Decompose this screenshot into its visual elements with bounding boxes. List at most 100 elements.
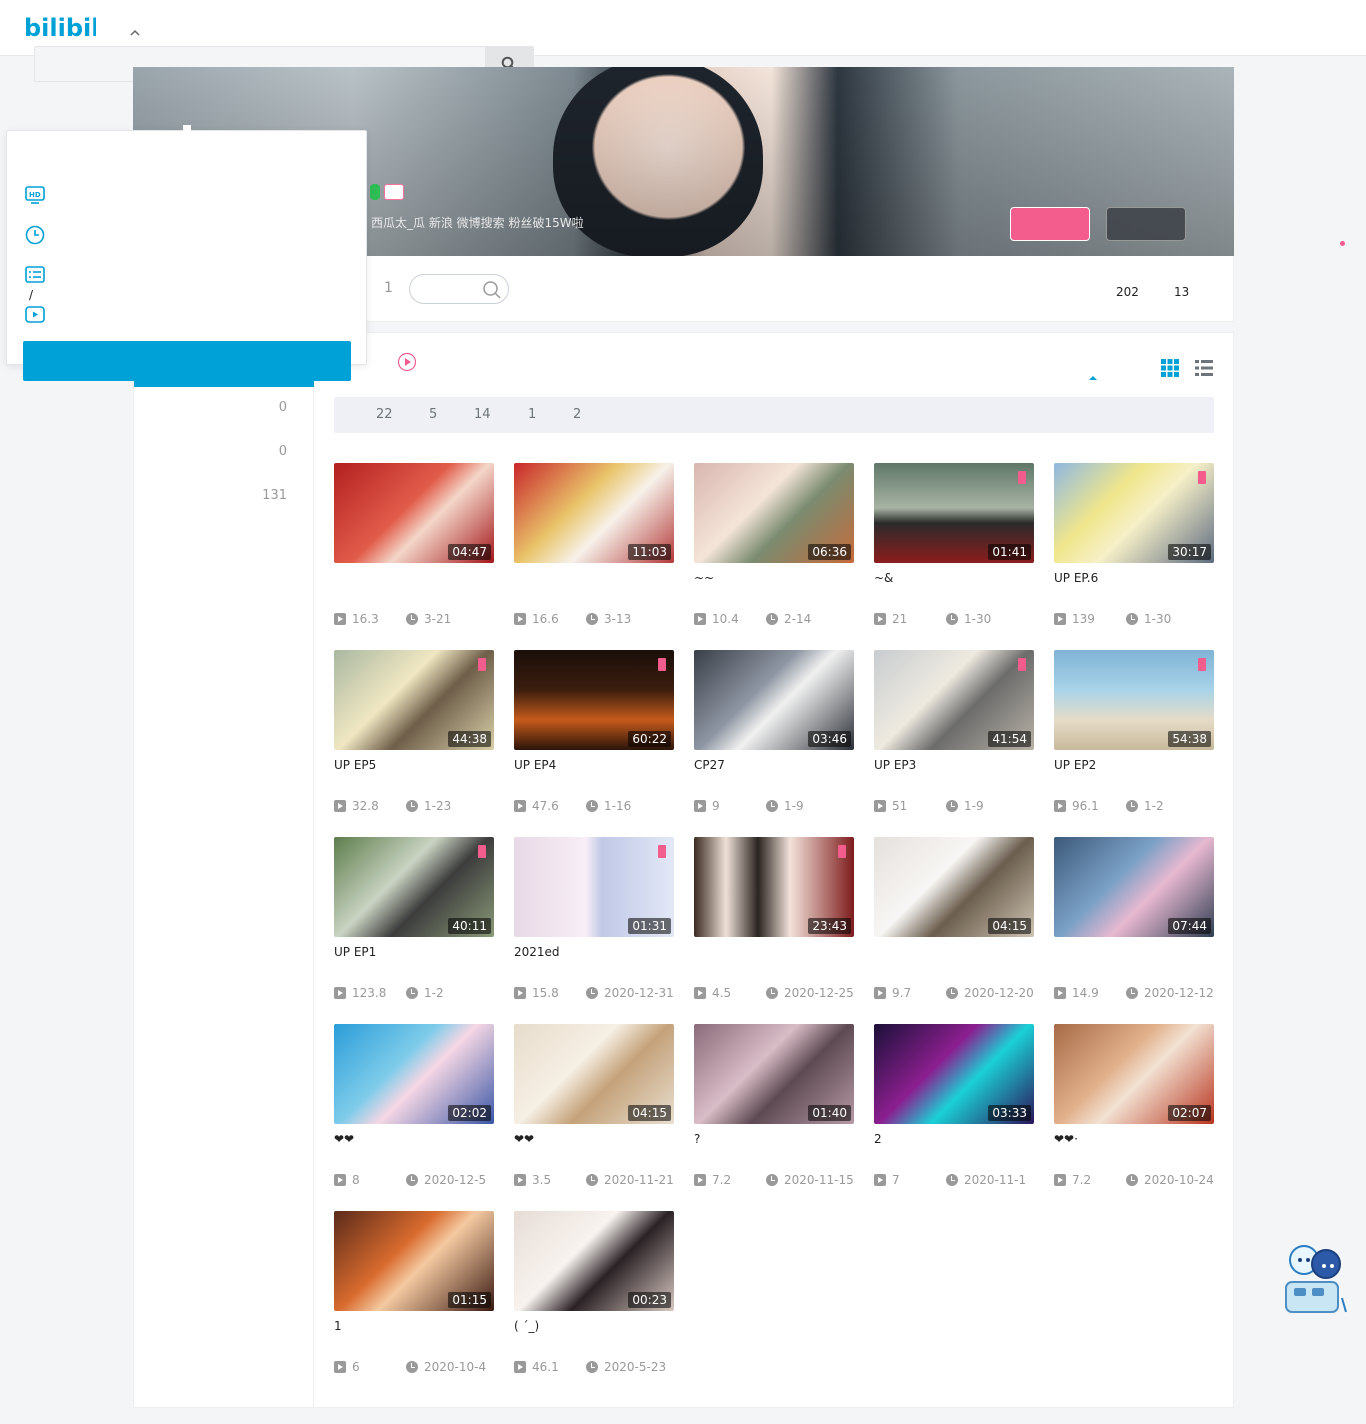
video-title[interactable]: ❤❤	[334, 1132, 494, 1146]
follow-button[interactable]	[1010, 207, 1090, 241]
video-title[interactable]: 2021ed	[514, 945, 674, 959]
video-thumbnail[interactable]: 01:40	[694, 1024, 854, 1124]
filter-count[interactable]: 14	[474, 407, 491, 422]
video-card[interactable]: 04:15 9.7 2020-12-20	[874, 837, 1034, 1007]
video-meta: 15.8 2020-12-31	[514, 986, 674, 1000]
video-title[interactable]: ?	[694, 1132, 854, 1146]
video-thumbnail[interactable]: 01:15	[334, 1211, 494, 1311]
fans-count[interactable]: 13	[1174, 285, 1189, 299]
popup-item-favorites[interactable]	[23, 263, 47, 287]
grid-view-icon[interactable]	[1161, 359, 1179, 380]
play-count-icon	[694, 800, 706, 812]
video-thumbnail[interactable]: 41:54	[874, 650, 1034, 750]
video-thumbnail[interactable]: 44:38	[334, 650, 494, 750]
video-card[interactable]: 03:33 2 7 2020-11-1	[874, 1024, 1034, 1194]
video-thumbnail[interactable]: 00:23	[514, 1211, 674, 1311]
video-card[interactable]: 07:44 14.9 2020-12-12	[1054, 837, 1214, 1007]
video-card[interactable]: 04:15 ❤❤ 3.5 2020-11-21	[514, 1024, 674, 1194]
video-thumbnail[interactable]: 04:47	[334, 463, 494, 563]
following-count[interactable]: 202	[1116, 285, 1139, 299]
video-card[interactable]: 60:22 UP EP4 47.6 1-16	[514, 650, 674, 820]
play-count-icon	[874, 1174, 886, 1186]
video-title[interactable]: ( ´_)	[514, 1319, 674, 1333]
video-title[interactable]: UP EP5	[334, 758, 494, 772]
video-card[interactable]: 30:17 UP EP.6 139 1-30	[1054, 463, 1214, 633]
video-thumbnail[interactable]: 01:41	[874, 463, 1034, 563]
video-thumbnail[interactable]: 23:43	[694, 837, 854, 937]
bookmark-icon	[838, 845, 846, 858]
filter-count[interactable]: 2	[573, 407, 581, 422]
popup-item-history[interactable]	[23, 223, 47, 247]
video-card[interactable]: 40:11 UP EP1 123.8 1-2	[334, 837, 494, 1007]
play-count-value: 3.5	[532, 1173, 552, 1187]
video-card[interactable]: 01:31 2021ed 15.8 2020-12-31	[514, 837, 674, 1007]
video-thumbnail[interactable]: 07:44	[1054, 837, 1214, 937]
video-meta: 32.8 1-23	[334, 799, 494, 813]
popup-item-hd[interactable]: HD	[23, 183, 47, 207]
mascot-sticker-icon[interactable]	[1282, 1238, 1348, 1318]
upload-date-value: 1-2	[1144, 799, 1164, 813]
video-card[interactable]: 04:47 16.3 3-21	[334, 463, 494, 633]
popup-item-videos[interactable]	[23, 303, 47, 327]
filter-count[interactable]: 5	[429, 407, 437, 422]
space-search-input[interactable]	[409, 274, 509, 304]
video-card[interactable]: 06:36 ~~ 10.4 2-14	[694, 463, 854, 633]
video-title[interactable]: UP EP4	[514, 758, 674, 772]
play-count: 4.5	[694, 986, 731, 1000]
video-card[interactable]: 01:15 1 6 2020-10-4	[334, 1211, 494, 1381]
video-card[interactable]: 44:38 UP EP5 32.8 1-23	[334, 650, 494, 820]
video-title[interactable]: UP EP1	[334, 945, 494, 959]
clock-icon	[406, 1174, 418, 1186]
video-thumbnail[interactable]: 40:11	[334, 837, 494, 937]
video-title[interactable]: CP27	[694, 758, 854, 772]
play-all-icon[interactable]	[397, 352, 417, 375]
video-thumbnail[interactable]: 11:03	[514, 463, 674, 563]
video-title[interactable]: ❤❤	[514, 1132, 674, 1146]
popup-action-button[interactable]	[23, 341, 351, 381]
video-title[interactable]: 1	[334, 1319, 494, 1333]
filter-count[interactable]: 1	[528, 407, 536, 422]
sidebar-item-count[interactable]: 0	[279, 400, 287, 415]
video-title[interactable]: ~&	[874, 571, 1034, 585]
chevron-up-icon[interactable]	[128, 26, 142, 40]
video-title[interactable]: 2	[874, 1132, 1034, 1146]
video-card[interactable]: 11:03 16.6 3-13	[514, 463, 674, 633]
video-card[interactable]: 54:38 UP EP2 96.1 1-2	[1054, 650, 1214, 820]
video-card[interactable]: 01:40? 7.2 2020-11-15	[694, 1024, 854, 1194]
video-thumbnail[interactable]: 03:46	[694, 650, 854, 750]
video-thumbnail[interactable]: 02:02	[334, 1024, 494, 1124]
play-count-value: 10.4	[712, 612, 739, 626]
upload-date: 1-16	[586, 799, 631, 813]
video-thumbnail[interactable]: 01:31	[514, 837, 674, 937]
video-thumbnail[interactable]: 06:36	[694, 463, 854, 563]
video-card[interactable]: 00:23 ( ´_) 46.1 2020-5-23	[514, 1211, 674, 1381]
video-card[interactable]: 23:43 4.5 2020-12-25	[694, 837, 854, 1007]
upload-date-value: 3-13	[604, 612, 632, 626]
video-thumbnail[interactable]: 60:22	[514, 650, 674, 750]
video-title[interactable]: ~~	[694, 571, 854, 585]
video-thumbnail[interactable]: 04:15	[514, 1024, 674, 1124]
video-thumbnail[interactable]: 02:07	[1054, 1024, 1214, 1124]
message-button[interactable]	[1106, 207, 1186, 241]
play-count-value: 9	[712, 799, 720, 813]
list-view-icon[interactable]	[1195, 359, 1213, 380]
video-card[interactable]: 02:02 ❤❤ 8 2020-12-5	[334, 1024, 494, 1194]
video-thumbnail[interactable]: 03:33	[874, 1024, 1034, 1124]
filter-count[interactable]: 22	[376, 407, 393, 422]
video-title[interactable]: UP EP3	[874, 758, 1034, 772]
sidebar-item-count[interactable]: 0	[279, 444, 287, 459]
clock-icon	[946, 613, 958, 625]
video-card[interactable]: 41:54 UP EP3 51 1-9	[874, 650, 1034, 820]
video-thumbnail[interactable]: 54:38	[1054, 650, 1214, 750]
bilibili-logo[interactable]: bilibili	[24, 10, 96, 42]
sidebar-item-count[interactable]: 131	[262, 488, 287, 503]
video-thumbnail[interactable]: 30:17	[1054, 463, 1214, 563]
video-title[interactable]: ❤❤·	[1054, 1132, 1214, 1146]
video-card[interactable]: 02:07 ❤❤· 7.2 2020-10-24	[1054, 1024, 1214, 1194]
video-card[interactable]: 03:46 CP27 9 1-9	[694, 650, 854, 820]
video-thumbnail[interactable]: 04:15	[874, 837, 1034, 937]
video-card[interactable]: 01:41 ~& 21 1-30	[874, 463, 1034, 633]
search-icon[interactable]	[482, 280, 502, 300]
video-title[interactable]: UP EP.6	[1054, 571, 1214, 585]
video-title[interactable]: UP EP2	[1054, 758, 1214, 772]
